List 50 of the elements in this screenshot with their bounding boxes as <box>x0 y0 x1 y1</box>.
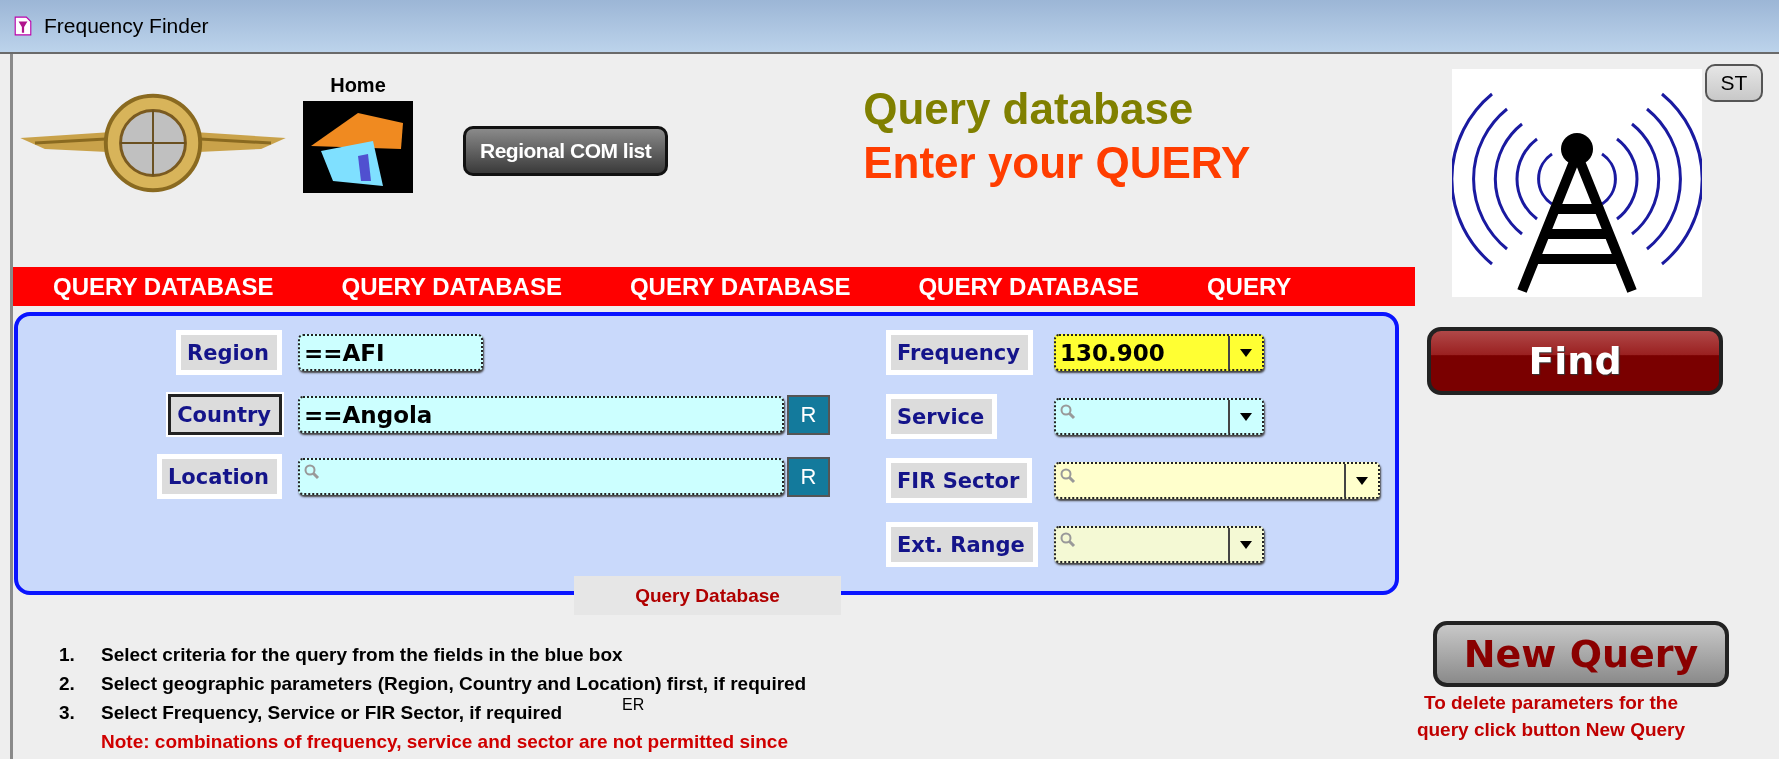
input-field[interactable]: ==Angola <box>298 396 784 433</box>
radio-tower-icon <box>1452 69 1702 297</box>
panel-caption: Query Database <box>574 576 841 615</box>
instruction-text: Select criteria for the query from the fields in the blue box <box>101 643 623 666</box>
page-subtitle: Enter your QUERY <box>863 137 1251 189</box>
field-label: Location <box>156 454 282 499</box>
st-button[interactable]: ST <box>1705 64 1763 102</box>
input-field[interactable]: ==AFI <box>298 334 483 371</box>
dropdown-field[interactable] <box>1054 462 1380 499</box>
input-field[interactable] <box>298 458 784 495</box>
field-label: Frequency <box>886 330 1033 375</box>
window-title: Frequency Finder <box>44 14 209 38</box>
search-icon <box>1060 404 1076 420</box>
instruction-text: Select geographic parameters (Region, Country and Location) first, if required <box>101 672 807 695</box>
caret-icon <box>1240 412 1252 421</box>
field-label: FIR Sector <box>886 458 1033 503</box>
search-icon <box>304 464 320 480</box>
new-query-hint: To delete parameters for the query click button New Query <box>1415 691 1687 742</box>
step-number: 2. <box>59 672 76 695</box>
step-number: 3. <box>59 701 76 724</box>
dropdown-field[interactable] <box>1054 526 1264 563</box>
note-text: Note: combinations of frequency, service and sector are not permitted since <box>101 730 789 753</box>
search-icon <box>1060 532 1076 548</box>
banner-text: QUERY DATABASE <box>53 272 274 301</box>
caret-icon <box>1356 476 1368 485</box>
banner-text: QUERY DATABASE <box>629 272 851 301</box>
field-label: Service <box>886 394 998 439</box>
stray-label: ER <box>622 697 645 713</box>
field-label: Region <box>175 330 282 375</box>
instruction-text: Select Frequency, Service or FIR Sector, if required <box>101 701 563 724</box>
banner-text: QUERY DATABASE <box>918 272 1139 301</box>
find-button[interactable]: Find <box>1427 327 1723 395</box>
banner-text: QUERY DATABASE <box>341 272 562 301</box>
caret-icon <box>1240 348 1252 357</box>
dropdown-field[interactable]: 130.900 <box>1054 334 1264 371</box>
field-label: Country <box>168 394 282 435</box>
reset-button[interactable]: R <box>787 394 830 435</box>
regional-com-list-button[interactable]: Regional COM list <box>463 126 669 176</box>
app-icon <box>14 16 32 36</box>
field-label: Ext. Range <box>886 522 1038 567</box>
house-icon[interactable] <box>303 101 413 193</box>
search-icon <box>1060 468 1076 484</box>
caret-icon <box>1240 540 1252 549</box>
reset-button[interactable]: R <box>787 456 830 497</box>
new-query-button[interactable]: New Query <box>1433 621 1729 687</box>
home-label: Home <box>330 74 386 97</box>
page-title: Query database <box>863 83 1195 135</box>
dropdown-field[interactable] <box>1054 398 1264 435</box>
step-number: 1. <box>59 643 76 666</box>
banner-text: QUERY <box>1206 272 1292 301</box>
